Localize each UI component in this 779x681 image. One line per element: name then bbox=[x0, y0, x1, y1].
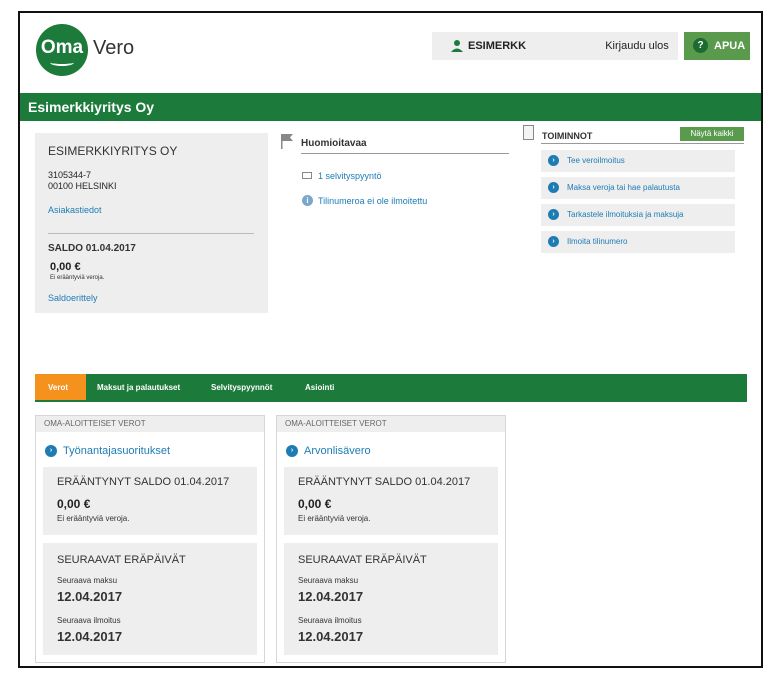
saldo-note: Ei erääntyviä veroja. bbox=[50, 275, 105, 281]
next-return-label: Seuraava ilmoitus bbox=[298, 616, 362, 625]
arrow-right-icon: › bbox=[548, 209, 559, 220]
tab-asiointi[interactable]: Asiointi bbox=[305, 374, 334, 400]
card-tax-label: Työnantajasuoritukset bbox=[63, 445, 171, 457]
company-info-box: ESIMERKKIYRITYS OY 3105344-7 00100 HELSI… bbox=[35, 133, 268, 313]
overdue-amount: 0,00 € bbox=[57, 497, 91, 511]
overdue-amount: 0,00 € bbox=[298, 497, 332, 511]
action-report-account[interactable]: › Ilmoita tilinumero bbox=[541, 231, 735, 253]
notice-account-label: Tilinumeroa ei ole ilmoitettu bbox=[318, 196, 428, 206]
due-title: SEURAAVAT ERÄPÄIVÄT bbox=[298, 554, 427, 566]
arrow-right-icon: › bbox=[548, 155, 559, 166]
user-icon bbox=[451, 40, 463, 52]
mail-icon bbox=[302, 172, 312, 179]
company-info-title: ESIMERKKIYRITYS OY bbox=[48, 144, 178, 158]
action-label: Tarkastele ilmoituksia ja maksuja bbox=[567, 210, 684, 219]
help-button[interactable]: ? APUA bbox=[684, 32, 750, 60]
action-file-return[interactable]: › Tee veroilmoitus bbox=[541, 150, 735, 172]
saldo-amount: 0,00 € bbox=[50, 261, 81, 273]
next-payment-label: Seuraava maksu bbox=[298, 576, 359, 585]
card-header: OMA-ALOITTEISET VEROT bbox=[277, 416, 505, 432]
actions-title: TOIMINNOT bbox=[542, 131, 593, 141]
overdue-title: ERÄÄNTYNYT SALDO 01.04.2017 bbox=[57, 476, 230, 488]
next-payment-date: 12.04.2017 bbox=[57, 589, 123, 604]
main-tabs: Verot Maksut ja palautukset Selvityspyyn… bbox=[35, 374, 747, 400]
flag-icon bbox=[281, 134, 293, 149]
omavero-logo[interactable]: Oma Vero bbox=[36, 24, 186, 76]
arrow-right-icon: › bbox=[286, 445, 298, 457]
notice-account-link[interactable]: i Tilinumeroa ei ole ilmoitettu bbox=[302, 195, 428, 206]
logo-vero-text: Vero bbox=[93, 37, 135, 59]
overdue-title: ERÄÄNTYNYT SALDO 01.04.2017 bbox=[298, 476, 471, 488]
actions-divider bbox=[541, 143, 744, 144]
next-return-date: 12.04.2017 bbox=[57, 629, 123, 644]
company-title-bar: Esimerkkiyritys Oy bbox=[20, 93, 761, 121]
overdue-panel: ERÄÄNTYNYT SALDO 01.04.2017 0,00 € Ei er… bbox=[284, 467, 498, 535]
help-label: APUA bbox=[714, 40, 746, 52]
next-return-label: Seuraava ilmoitus bbox=[57, 616, 121, 625]
tab-underline bbox=[35, 400, 747, 402]
next-return-date: 12.04.2017 bbox=[298, 629, 364, 644]
tax-card: OMA-ALOITTEISET VEROT › Työnantajasuorit… bbox=[35, 415, 265, 663]
clipboard-icon bbox=[523, 125, 534, 140]
user-box[interactable]: ESIMERKK bbox=[432, 32, 596, 60]
action-pay-taxes[interactable]: › Maksa veroja tai hae palautusta bbox=[541, 177, 735, 199]
help-icon: ? bbox=[693, 38, 708, 53]
saldo-title: SALDO 01.04.2017 bbox=[48, 243, 136, 254]
tax-card: OMA-ALOITTEISET VEROT › Arvonlisävero ER… bbox=[276, 415, 506, 663]
company-address: 00100 HELSINKI bbox=[48, 181, 117, 191]
due-dates-panel: SEURAAVAT ERÄPÄIVÄT Seuraava maksu 12.04… bbox=[284, 543, 498, 655]
tab-selvityspyynnot[interactable]: Selvityspyynnöt bbox=[211, 374, 272, 400]
tab-maksut[interactable]: Maksut ja palautukset bbox=[97, 374, 180, 400]
customer-info-link[interactable]: Asiakastiedot bbox=[48, 205, 102, 215]
tab-verot[interactable]: Verot bbox=[35, 374, 86, 400]
app-frame: Oma Vero ESIMERKK Kirjaudu ulos ? APUA E… bbox=[18, 11, 763, 668]
overdue-note: Ei erääntyviä veroja. bbox=[298, 514, 371, 523]
notice-inquiry-label: 1 selvityspyyntö bbox=[318, 171, 382, 181]
arrow-right-icon: › bbox=[548, 236, 559, 247]
action-label: Tee veroilmoitus bbox=[567, 156, 625, 165]
notice-inquiry-link[interactable]: 1 selvityspyyntö bbox=[302, 171, 382, 181]
due-dates-panel: SEURAAVAT ERÄPÄIVÄT Seuraava maksu 12.04… bbox=[43, 543, 257, 655]
arrow-right-icon: › bbox=[45, 445, 57, 457]
info-icon: i bbox=[302, 195, 313, 206]
saldo-details-link[interactable]: Saldoerittely bbox=[48, 293, 98, 303]
action-label: Ilmoita tilinumero bbox=[567, 237, 628, 246]
user-name: ESIMERKK bbox=[468, 40, 527, 52]
next-payment-date: 12.04.2017 bbox=[298, 589, 364, 604]
notices-divider bbox=[301, 153, 509, 154]
logo-smile-icon bbox=[50, 59, 74, 66]
card-tax-link[interactable]: › Arvonlisävero bbox=[286, 445, 371, 457]
overdue-note: Ei erääntyviä veroja. bbox=[57, 514, 130, 523]
notices-title: Huomioitavaa bbox=[301, 138, 367, 149]
overdue-panel: ERÄÄNTYNYT SALDO 01.04.2017 0,00 € Ei er… bbox=[43, 467, 257, 535]
logout-button[interactable]: Kirjaudu ulos bbox=[596, 32, 678, 60]
next-payment-label: Seuraava maksu bbox=[57, 576, 118, 585]
action-view-returns[interactable]: › Tarkastele ilmoituksia ja maksuja bbox=[541, 204, 735, 226]
business-id: 3105344-7 bbox=[48, 170, 92, 180]
due-title: SEURAAVAT ERÄPÄIVÄT bbox=[57, 554, 186, 566]
info-divider bbox=[48, 233, 254, 234]
logo-oma-text: Oma bbox=[40, 37, 84, 58]
arrow-right-icon: › bbox=[548, 182, 559, 193]
action-label: Maksa veroja tai hae palautusta bbox=[567, 183, 680, 192]
card-header: OMA-ALOITTEISET VEROT bbox=[36, 416, 264, 432]
show-all-button[interactable]: Näytä kaikki bbox=[680, 127, 744, 141]
card-tax-label: Arvonlisävero bbox=[304, 445, 371, 457]
card-tax-link[interactable]: › Työnantajasuoritukset bbox=[45, 445, 170, 457]
